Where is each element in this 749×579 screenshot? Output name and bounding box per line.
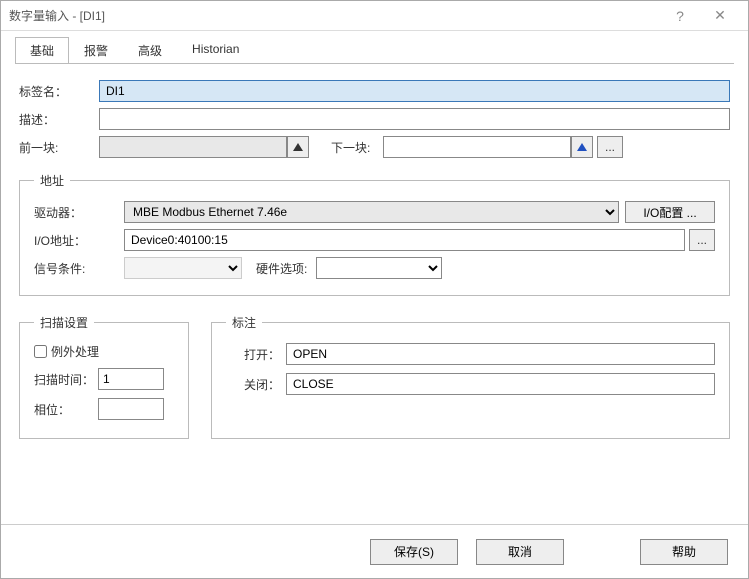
open-label: 打开： xyxy=(226,346,286,363)
exception-checkbox[interactable] xyxy=(34,345,47,358)
close-icon[interactable]: ✕ xyxy=(700,1,740,30)
tag-label: 标签名： xyxy=(19,83,99,100)
window-title: 数字量输入 - [DI1] xyxy=(9,7,660,24)
next-input[interactable] xyxy=(383,136,571,158)
phase-label: 相位： xyxy=(34,401,94,418)
prev-label: 前一块: xyxy=(19,139,99,156)
next-spin-up-icon[interactable] xyxy=(571,136,593,158)
close-label: 关闭： xyxy=(226,376,286,393)
tabs: 基础 报警 高级 Historian xyxy=(1,31,748,64)
driver-select[interactable]: MBE Modbus Ethernet 7.46e xyxy=(124,201,619,223)
tag-input[interactable] xyxy=(99,80,730,102)
close-input[interactable] xyxy=(286,373,715,395)
scantime-input[interactable] xyxy=(98,368,164,390)
sigcond-select[interactable] xyxy=(124,257,242,279)
footer: 保存(S) 取消 帮助 xyxy=(1,524,748,578)
phase-input[interactable] xyxy=(98,398,164,420)
save-button[interactable]: 保存(S) xyxy=(370,539,458,565)
next-label: 下一块: xyxy=(331,139,383,156)
sigcond-label: 信号条件: xyxy=(34,260,124,277)
window: 数字量输入 - [DI1] ? ✕ 基础 报警 高级 Historian 标签名… xyxy=(0,0,749,579)
address-fieldset: 地址 驱动器： MBE Modbus Ethernet 7.46e I/O配置 … xyxy=(19,172,730,296)
ioconfig-button[interactable]: I/O配置 ... xyxy=(625,201,715,223)
help-button[interactable]: 帮助 xyxy=(640,539,728,565)
driver-label: 驱动器： xyxy=(34,204,124,221)
help-icon[interactable]: ? xyxy=(660,1,700,30)
titlebar: 数字量输入 - [DI1] ? ✕ xyxy=(1,1,748,31)
desc-input[interactable] xyxy=(99,108,730,130)
prev-spin-up-icon[interactable] xyxy=(287,136,309,158)
tab-basic[interactable]: 基础 xyxy=(15,37,69,64)
cancel-button[interactable]: 取消 xyxy=(476,539,564,565)
address-legend: 地址 xyxy=(34,172,70,189)
labeling-legend: 标注 xyxy=(226,314,262,331)
tab-historian[interactable]: Historian xyxy=(177,37,254,64)
body: 标签名： 描述： 前一块: 下一块: ... 地址 驱动器： xyxy=(1,64,748,524)
labeling-fieldset: 标注 打开： 关闭： xyxy=(211,314,730,439)
desc-label: 描述： xyxy=(19,111,99,128)
open-input[interactable] xyxy=(286,343,715,365)
hwopt-label: 硬件选项: xyxy=(256,260,316,277)
tab-advanced[interactable]: 高级 xyxy=(123,37,177,64)
exception-label: 例外处理 xyxy=(51,343,99,360)
scantime-label: 扫描时间： xyxy=(34,371,94,388)
ioaddr-input[interactable] xyxy=(124,229,685,251)
scan-fieldset: 扫描设置 例外处理 扫描时间： 相位： xyxy=(19,314,189,439)
prev-input[interactable] xyxy=(99,136,287,158)
hwopt-select[interactable] xyxy=(316,257,442,279)
tab-alarm[interactable]: 报警 xyxy=(69,37,123,64)
ioaddr-label: I/O地址： xyxy=(34,232,124,249)
next-more-button[interactable]: ... xyxy=(597,136,623,158)
scan-legend: 扫描设置 xyxy=(34,314,94,331)
ioaddr-more-button[interactable]: ... xyxy=(689,229,715,251)
